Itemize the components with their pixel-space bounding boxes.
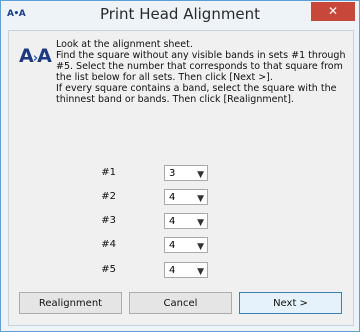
realignment-button[interactable]: Realignment (19, 292, 122, 314)
set-5-select[interactable]: 4 ▼ (164, 262, 208, 278)
set-label: #3 (101, 215, 116, 226)
chevron-down-icon: ▼ (197, 194, 204, 204)
instruction-line-1: Look at the alignment sheet. (56, 39, 193, 50)
set-label: #2 (101, 191, 116, 202)
print-head-icon-b: A (37, 45, 52, 67)
selected-value: 4 (169, 265, 176, 276)
set-label: #4 (101, 239, 116, 250)
chevron-down-icon: ▼ (197, 170, 204, 180)
selected-value: 4 (169, 216, 176, 227)
selected-value: 4 (169, 240, 176, 251)
selected-value: 3 (169, 168, 176, 179)
close-button[interactable]: ✕ (311, 2, 355, 21)
chevron-down-icon: ▼ (197, 267, 204, 277)
dialog-body: A›A Look at the alignment sheet. Find th… (8, 30, 354, 326)
window-title: Print Head Alignment (99, 5, 261, 23)
print-head-icon-a: A (19, 45, 34, 67)
chevron-down-icon: ▼ (197, 218, 204, 228)
selected-value: 4 (169, 192, 176, 203)
chevron-down-icon: ▼ (197, 242, 204, 252)
set-4-select[interactable]: 4 ▼ (164, 237, 208, 253)
set-2-select[interactable]: 4 ▼ (164, 189, 208, 205)
set-1-select[interactable]: 3 ▼ (164, 165, 208, 181)
set-label: #5 (101, 264, 116, 275)
next-button[interactable]: Next > (239, 292, 342, 314)
set-3-select[interactable]: 4 ▼ (164, 213, 208, 229)
instruction-line-3: If every square contains a band, select … (56, 83, 337, 105)
instruction-line-2: Find the square without any visible band… (56, 50, 346, 83)
title-bar[interactable]: A•A Print Head Alignment ✕ (1, 1, 359, 29)
dialog-window: A•A Print Head Alignment ✕ A›A Look at t… (0, 0, 360, 332)
instructions-text: Look at the alignment sheet. Find the sq… (56, 39, 346, 105)
cancel-button[interactable]: Cancel (129, 292, 232, 314)
set-label: #1 (101, 167, 116, 178)
print-head-icon: A›A (19, 45, 52, 67)
